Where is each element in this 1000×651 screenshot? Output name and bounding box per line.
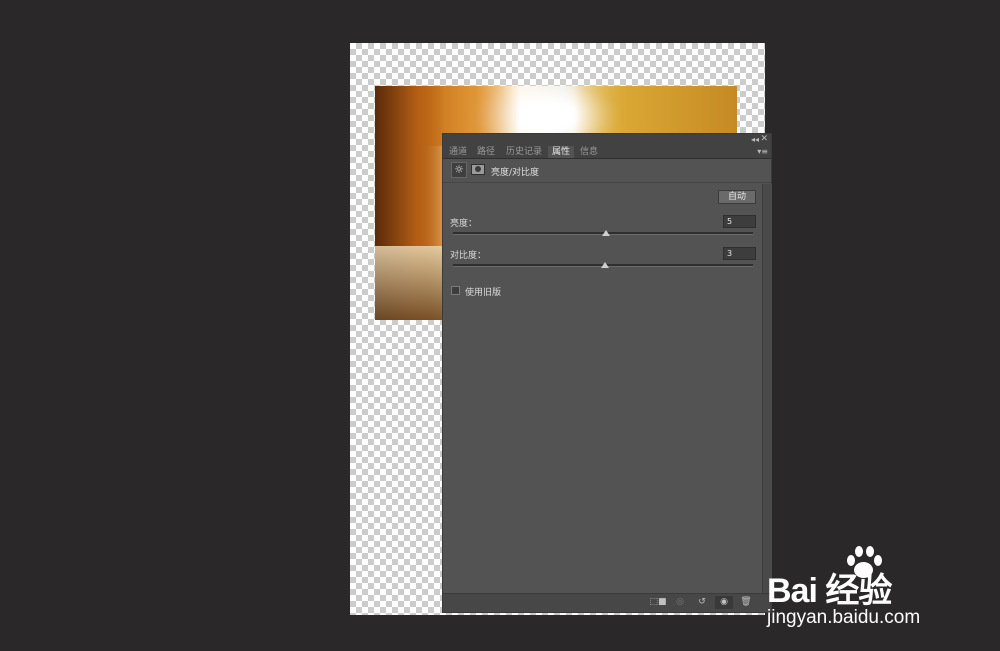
panel-tabs: 通道 路径 历史记录 属性 信息 ▾≡ bbox=[443, 146, 771, 159]
brightness-slider[interactable] bbox=[453, 230, 753, 236]
tab-channels[interactable]: 通道 bbox=[445, 146, 471, 158]
reset-icon[interactable]: ↺ bbox=[693, 596, 711, 609]
contrast-label: 对比度： bbox=[450, 251, 487, 261]
trash-icon[interactable]: 🗑 bbox=[737, 596, 755, 609]
view-previous-icon[interactable]: ◎ bbox=[671, 596, 689, 609]
panel-menu-icon[interactable]: ▾≡ bbox=[757, 146, 768, 158]
brightness-slider-thumb[interactable] bbox=[602, 230, 610, 236]
panel-title-bar[interactable]: ◂◂ ✕ bbox=[443, 134, 771, 146]
close-icon[interactable]: ✕ bbox=[760, 134, 768, 144]
tab-info[interactable]: 信息 bbox=[576, 146, 602, 158]
use-legacy-label: 使用旧版 bbox=[465, 288, 502, 298]
brightness-contrast-icon[interactable]: ☼ bbox=[451, 162, 467, 178]
adjustment-title: 亮度/对比度 bbox=[491, 168, 540, 178]
tab-paths[interactable]: 路径 bbox=[473, 146, 499, 158]
watermark-logo: Bai 经验 bbox=[767, 572, 892, 610]
contrast-slider[interactable] bbox=[453, 262, 753, 268]
use-legacy-checkbox[interactable] bbox=[451, 286, 460, 295]
properties-panel: ◂◂ ✕ 通道 路径 历史记录 属性 信息 ▾≡ ☼ 亮度/对比度 自动 亮度：… bbox=[442, 133, 772, 613]
adjustment-header: ☼ 亮度/对比度 bbox=[443, 159, 771, 183]
panel-scrollbar[interactable] bbox=[762, 184, 772, 594]
brightness-value-field[interactable]: 5 bbox=[723, 215, 756, 228]
contrast-slider-thumb[interactable] bbox=[600, 262, 609, 268]
baidu-jingyan-watermark: Bai 经验 jingyan.baidu.com bbox=[765, 545, 965, 635]
clip-to-layer-icon[interactable]: ⬚■ bbox=[649, 596, 667, 609]
tab-properties[interactable]: 属性 bbox=[548, 146, 575, 158]
brightness-label: 亮度： bbox=[450, 219, 478, 229]
watermark-tagline: jingyan.baidu.com bbox=[767, 607, 921, 628]
layer-mask-icon[interactable] bbox=[471, 164, 485, 175]
contrast-value-field[interactable]: 3 bbox=[723, 247, 756, 260]
tab-history[interactable]: 历史记录 bbox=[502, 146, 546, 158]
auto-button[interactable]: 自动 bbox=[718, 190, 756, 204]
collapse-icon[interactable]: ◂◂ bbox=[751, 135, 759, 144]
visibility-eye-icon[interactable]: ◉ bbox=[715, 596, 733, 609]
panel-bottom-bar: ⬚■ ◎ ↺ ◉ 🗑 bbox=[443, 593, 771, 612]
